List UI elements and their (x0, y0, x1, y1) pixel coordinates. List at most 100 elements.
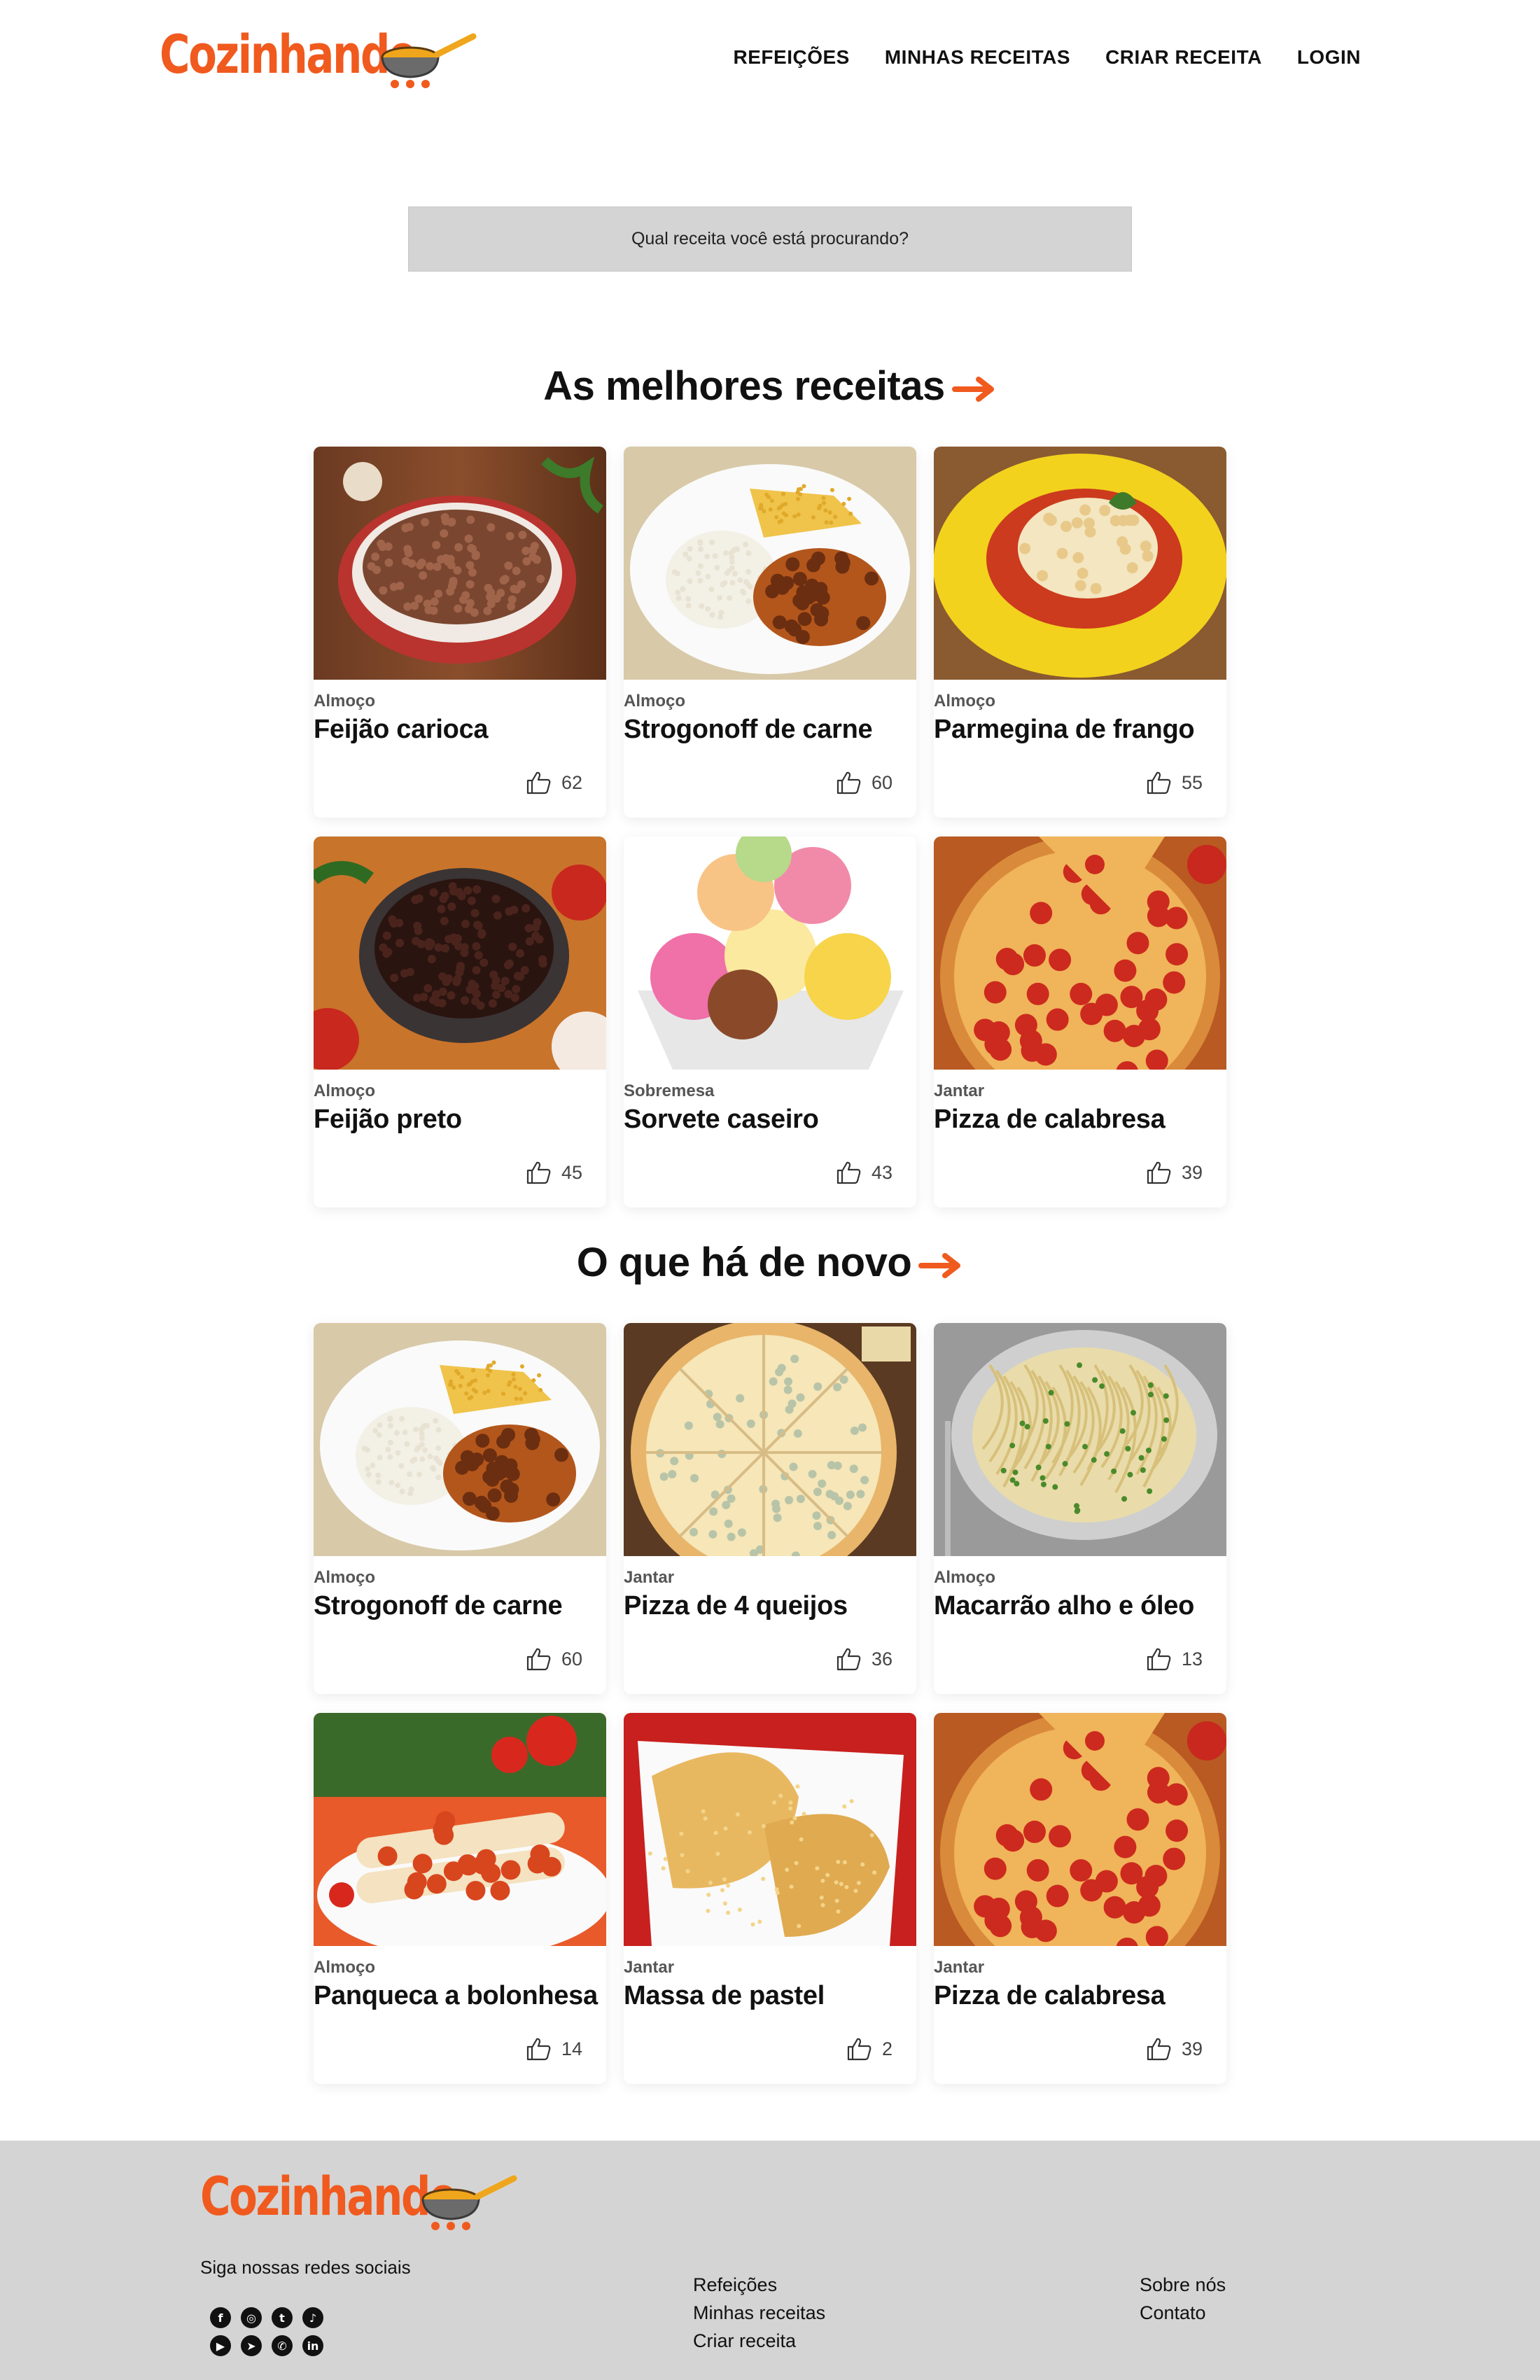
recipe-image[interactable] (624, 1323, 916, 1556)
search-box (408, 206, 1132, 272)
recipe-card[interactable]: Almoço Parmegina de frango 55 (934, 447, 1226, 818)
like-counter[interactable]: 39 (1147, 1161, 1203, 1184)
footer-link-refeicoes[interactable]: Refeições (693, 2274, 825, 2296)
brand-logo[interactable]: Cozinhando (160, 27, 488, 88)
card-grid-new: Almoço Strogonoff de carne 60 Jantar Piz… (314, 1323, 1227, 2084)
like-counter[interactable]: 60 (836, 771, 892, 794)
like-count: 39 (1181, 2038, 1203, 2059)
recipe-image[interactable] (934, 836, 1226, 1070)
thumbs-up-icon[interactable] (836, 771, 862, 794)
recipe-title[interactable]: Macarrão alho e óleo (934, 1591, 1194, 1621)
arrow-right-icon (951, 376, 994, 402)
recipe-category: Jantar (934, 1082, 985, 1100)
thumbs-up-icon[interactable] (836, 1161, 862, 1184)
recipe-category: Jantar (624, 1568, 675, 1587)
footer-link-criar-receita[interactable]: Criar receita (693, 2330, 825, 2352)
nav-criar-receita[interactable]: CRIAR RECEITA (1105, 46, 1262, 69)
like-counter[interactable]: 14 (526, 2037, 582, 2061)
recipe-card[interactable]: Jantar Pizza de calabresa 39 (934, 1713, 1226, 2084)
like-counter[interactable]: 36 (836, 1647, 892, 1671)
whatsapp-icon[interactable]: ✆ (272, 2335, 293, 2356)
recipe-card[interactable]: Almoço Strogonoff de carne 60 (314, 1323, 606, 1694)
recipe-title[interactable]: Pizza de 4 queijos (624, 1591, 848, 1621)
thumbs-up-icon[interactable] (1147, 2037, 1172, 2061)
search-input[interactable] (409, 207, 1131, 271)
recipe-category: Sobremesa (624, 1082, 715, 1100)
recipe-card[interactable]: Sobremesa Sorvete caseiro 43 (624, 836, 916, 1208)
twitter-icon[interactable]: t (272, 2307, 293, 2328)
recipe-image[interactable] (624, 836, 916, 1070)
section-title-new[interactable]: O que há de novo (0, 1239, 1540, 1286)
recipe-card[interactable]: Jantar Pizza de calabresa 39 (934, 836, 1226, 1208)
thumbs-up-icon[interactable] (847, 2037, 872, 2061)
thumbs-up-icon[interactable] (1147, 771, 1172, 794)
recipe-title[interactable]: Feijão preto (314, 1105, 462, 1135)
thumbs-up-icon[interactable] (526, 2037, 552, 2061)
recipe-image[interactable] (934, 1713, 1226, 1946)
thumbs-up-icon[interactable] (1147, 1647, 1172, 1671)
thumbs-up-icon[interactable] (526, 1161, 552, 1184)
telegram-icon[interactable]: ➤ (241, 2335, 262, 2356)
recipe-title[interactable]: Sorvete caseiro (624, 1105, 819, 1135)
recipe-category: Almoço (934, 692, 996, 710)
like-counter[interactable]: 2 (847, 2037, 892, 2061)
recipe-title[interactable]: Feijão carioca (314, 715, 489, 745)
recipe-image[interactable] (314, 447, 606, 680)
thumbs-up-icon[interactable] (1147, 1161, 1172, 1184)
recipe-card[interactable]: Almoço Feijão carioca 62 (314, 447, 606, 818)
recipe-image[interactable] (314, 836, 606, 1070)
thumbs-up-icon[interactable] (526, 1647, 552, 1671)
like-counter[interactable]: 39 (1147, 2037, 1203, 2061)
like-counter[interactable]: 13 (1147, 1647, 1203, 1671)
recipe-category: Almoço (314, 692, 376, 710)
recipe-title[interactable]: Panqueca a bolonhesa (314, 1981, 598, 2011)
recipe-card[interactable]: Almoço Macarrão alho e óleo 13 (934, 1323, 1226, 1694)
recipe-title[interactable]: Pizza de calabresa (934, 1105, 1166, 1135)
site-header: Cozinhando REFEIÇÕES MINHAS RECEITAS CRI… (0, 0, 1540, 119)
recipe-image[interactable] (624, 1713, 916, 1946)
recipe-card[interactable]: Jantar Massa de pastel 2 (624, 1713, 916, 2084)
recipe-image[interactable] (934, 447, 1226, 680)
recipe-card[interactable]: Almoço Strogonoff de carne 60 (624, 447, 916, 818)
like-count: 62 (561, 771, 582, 793)
recipe-image[interactable] (624, 447, 916, 680)
card-grid-best: Almoço Feijão carioca 62 Almoço Strogono… (314, 447, 1227, 1208)
nav-login[interactable]: LOGIN (1297, 46, 1361, 69)
nav-minhas-receitas[interactable]: MINHAS RECEITAS (885, 46, 1070, 69)
section-title-text: As melhores receitas (543, 363, 945, 409)
like-counter[interactable]: 60 (526, 1647, 582, 1671)
recipe-title[interactable]: Massa de pastel (624, 1981, 825, 2011)
recipe-card[interactable]: Almoço Panqueca a bolonhesa 14 (314, 1713, 606, 2084)
like-counter[interactable]: 45 (526, 1161, 582, 1184)
section-title-best[interactable]: As melhores receitas (0, 363, 1540, 410)
nav-refeicoes[interactable]: REFEIÇÕES (734, 46, 850, 69)
recipe-image[interactable] (314, 1323, 606, 1556)
tiktok-icon[interactable]: ♪ (302, 2307, 323, 2328)
recipe-image[interactable] (314, 1713, 606, 1946)
footer-link-contato[interactable]: Contato (1140, 2302, 1226, 2324)
like-count: 14 (561, 2038, 582, 2059)
like-counter[interactable]: 43 (836, 1161, 892, 1184)
recipe-title[interactable]: Pizza de calabresa (934, 1981, 1166, 2011)
recipe-title[interactable]: Strogonoff de carne (314, 1591, 563, 1621)
footer-brand-logo[interactable]: Cozinhando (200, 2169, 528, 2230)
like-count: 60 (561, 1648, 582, 1670)
frying-pan-icon (421, 2175, 517, 2230)
recipe-card[interactable]: Almoço Feijão preto 45 (314, 836, 606, 1208)
thumbs-up-icon[interactable] (526, 771, 552, 794)
like-counter[interactable]: 55 (1147, 771, 1203, 794)
footer-link-sobre-nos[interactable]: Sobre nós (1140, 2274, 1226, 2296)
like-counter[interactable]: 62 (526, 771, 582, 794)
linkedin-icon[interactable]: in (302, 2335, 323, 2356)
footer-link-minhas-receitas[interactable]: Minhas receitas (693, 2302, 825, 2324)
recipe-category: Jantar (934, 1958, 985, 1977)
youtube-icon[interactable]: ▶ (210, 2335, 231, 2356)
recipe-category: Almoço (314, 1568, 376, 1587)
thumbs-up-icon[interactable] (836, 1647, 862, 1671)
recipe-title[interactable]: Parmegina de frango (934, 715, 1195, 745)
instagram-icon[interactable]: ◎ (241, 2307, 262, 2328)
facebook-icon[interactable]: f (210, 2307, 231, 2328)
recipe-card[interactable]: Jantar Pizza de 4 queijos 36 (624, 1323, 916, 1694)
recipe-title[interactable]: Strogonoff de carne (624, 715, 873, 745)
recipe-image[interactable] (934, 1323, 1226, 1556)
